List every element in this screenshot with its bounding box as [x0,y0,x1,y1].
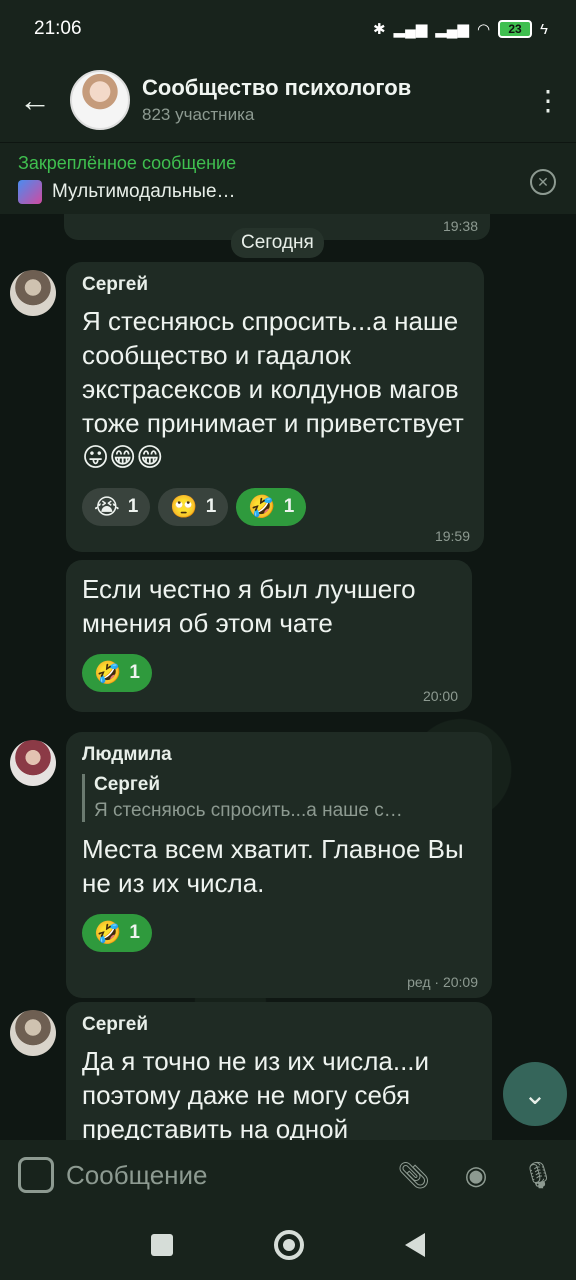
reply-quote[interactable]: Сергей Я стесняюсь спросить...а наше с… [82,774,476,822]
reaction-chip[interactable]: 🙄 1 [158,488,229,526]
signal-icon: ▂▄▆ [393,21,428,38]
arrow-left-icon: ← [19,81,51,118]
reply-sender: Сергей [94,774,161,795]
battery-icon: 23 [498,20,533,38]
member-count: 823 участника [142,105,255,124]
rofl-emoji-icon: 🤣 [94,660,122,685]
message-bubble[interactable]: Если честно я был лучшего мнения об этом… [66,560,472,712]
sender-name[interactable]: Сергей [82,274,468,296]
message-text: Да я точно не из их числа...и поэтому да… [82,1046,430,1140]
eye-roll-emoji-icon: 🙄 [170,494,198,519]
more-vertical-icon: ⋮ [534,84,562,116]
message-bubble[interactable]: Сергей Я стесняюсь спросить...а наше соо… [66,262,484,552]
reaction-chip[interactable]: 🤣 1 [82,654,152,692]
crying-emoji-icon: 😭 [94,494,120,519]
message-time: 19:59 [434,528,470,544]
close-pinned-button[interactable]: ✕ [530,169,556,195]
system-nav-bar [0,1210,576,1280]
wifi-icon: ◠ [476,21,491,38]
reply-text: Я стесняюсь спросить...а наше с… [94,800,403,821]
scroll-down-button[interactable]: ⌄ [503,1062,567,1126]
message-time: ред · 20:09 [407,974,478,990]
sender-name[interactable]: Сергей [82,1014,476,1036]
message-text: Я стесняюсь спросить...а наше сообщество… [82,306,464,472]
pinned-text: Мультимодальные… [52,181,236,202]
chat-title: Сообщество психологов [142,75,412,100]
back-button[interactable]: ← [0,58,70,142]
pinned-message-bar[interactable]: Закреплённое сообщение Мультимодальные… … [0,142,576,214]
chevron-down-icon: ⌄ [523,1078,547,1110]
sticker-icon[interactable] [18,1157,54,1193]
message-time: 20:00 [422,688,458,704]
reactions: 😭 1 🙄 1 🤣 1 [82,488,468,526]
message-bubble[interactable]: Сергей Да я точно не из их числа...и поэ… [66,1002,492,1140]
group-avatar[interactable] [70,70,130,130]
rofl-emoji-icon: 🤣 [248,494,276,519]
microphone-icon[interactable]: 🎙︎ [518,1155,558,1195]
close-icon: ✕ [537,173,549,190]
avatar[interactable] [10,270,56,316]
reaction-chip[interactable]: 😭 1 [82,488,151,526]
chat-header: ← Сообщество психологов 823 участника ⋮ [0,58,576,142]
date-separator: Сегодня [231,228,324,258]
reaction-chip[interactable]: 🤣 1 [236,488,307,526]
reactions: 🤣 1 [82,654,456,692]
bluetooth-icon: ✱ [372,21,386,38]
message-input-bar: Сообщение 📎︎ ◉ 🎙︎ [0,1140,576,1210]
message-input[interactable]: Сообщение [66,1160,372,1191]
camera-icon[interactable]: ◉ [456,1155,496,1195]
reactions: 🤣 1 [82,914,476,952]
status-icons: ✱ ▂▄▆ ▂▄▆ ◠ 23 ϟ [373,20,548,38]
pinned-row: Мультимодальные… [18,180,558,204]
sender-name[interactable]: Людмила [82,744,476,766]
chat-area[interactable]: 19:38 Сегодня Сергей Я стесняюсь спросит… [0,214,576,1140]
rofl-emoji-icon: 🤣 [94,920,122,945]
message-text: Если честно я был лучшего мнения об этом… [82,574,416,638]
reaction-chip[interactable]: 🤣 1 [82,914,152,952]
pinned-thumbnail [18,180,42,204]
reaction-count: 1 [283,496,295,517]
avatar[interactable] [10,1010,56,1056]
back-nav-button[interactable] [405,1233,426,1257]
message-text: Места всем хватит. Главное Вы не из их ч… [82,834,464,898]
reaction-count: 1 [205,496,217,517]
header-text[interactable]: Сообщество психологов 823 участника [142,75,520,125]
home-button[interactable] [273,1230,304,1260]
pinned-label: Закреплённое сообщение [18,153,237,173]
reaction-count: 1 [129,922,140,943]
reaction-count: 1 [127,496,139,517]
recents-button[interactable] [150,1234,173,1256]
avatar[interactable] [10,740,56,786]
more-menu-button[interactable]: ⋮ [520,58,576,142]
status-bar: 21:06 ✱ ▂▄▆ ▂▄▆ ◠ 23 ϟ [0,0,576,58]
message-time: 19:38 [442,218,478,234]
paperclip-icon[interactable]: 📎︎ [394,1155,434,1195]
reaction-count: 1 [129,662,140,683]
charging-icon: ϟ [540,20,548,38]
message-bubble[interactable]: Людмила Сергей Я стесняюсь спросить...а … [66,732,492,998]
signal-icon: ▂▄▆ [435,21,469,38]
status-time: 21:06 [34,18,82,39]
home-dot [282,1239,295,1251]
